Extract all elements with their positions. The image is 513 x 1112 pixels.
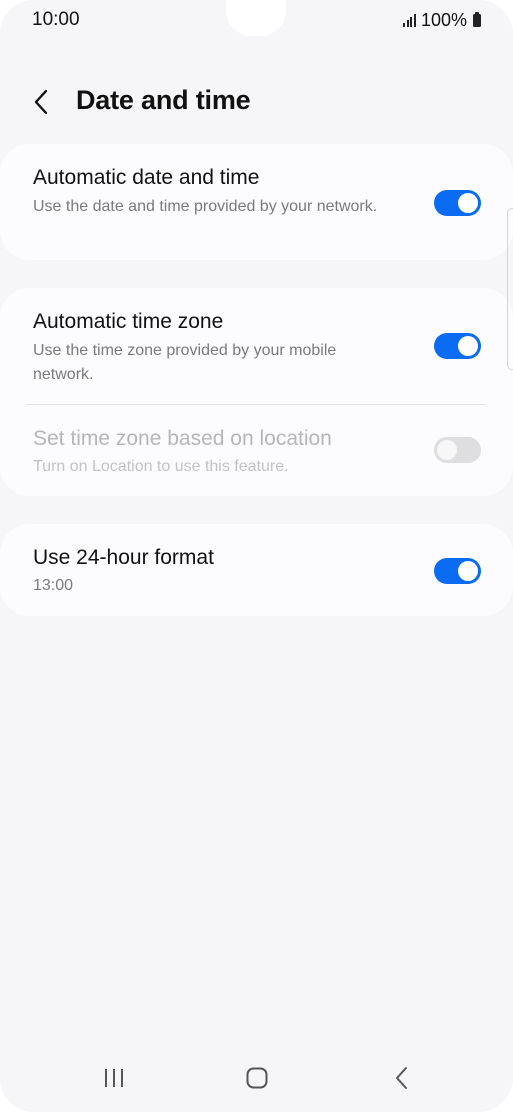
location-time-zone-subtitle: Turn on Location to use this feature. bbox=[33, 458, 289, 475]
hour-format-row[interactable]: Use 24-hour format 13:00 bbox=[0, 524, 513, 616]
settings-card-format: Use 24-hour format 13:00 bbox=[0, 524, 513, 616]
auto-date-time-title: Automatic date and time bbox=[33, 166, 260, 189]
app-bar: Date and time bbox=[0, 80, 513, 124]
phone-screen: 10:00 100% Date and time Automatic date … bbox=[0, 0, 513, 1112]
hour-format-title: Use 24-hour format bbox=[33, 546, 214, 569]
battery-percent: 100% bbox=[420, 9, 467, 30]
status-time: 10:00 bbox=[32, 9, 80, 30]
home-icon bbox=[246, 1067, 268, 1089]
camera-notch bbox=[226, 0, 286, 36]
settings-card-date-time: Automatic date and time Use the date and… bbox=[0, 144, 513, 260]
auto-time-zone-subtitle: Use the time zone provided by your mobil… bbox=[33, 342, 337, 383]
hour-format-subtitle: 13:00 bbox=[33, 577, 74, 594]
location-time-zone-toggle[interactable] bbox=[434, 437, 481, 463]
cellular-signal-icon bbox=[403, 13, 416, 27]
auto-date-time-subtitle: Use the date and time provided by your n… bbox=[33, 198, 378, 215]
chevron-left-icon bbox=[34, 89, 48, 115]
auto-date-time-toggle[interactable] bbox=[434, 190, 481, 216]
auto-time-zone-toggle[interactable] bbox=[434, 333, 481, 359]
recent-apps-icon bbox=[105, 1069, 123, 1087]
navigation-bar bbox=[0, 1052, 513, 1112]
hour-format-toggle[interactable] bbox=[434, 558, 481, 584]
auto-time-zone-row[interactable]: Automatic time zone Use the time zone pr… bbox=[0, 288, 513, 404]
auto-date-time-row[interactable]: Automatic date and time Use the date and… bbox=[0, 144, 513, 260]
location-time-zone-row[interactable]: Set time zone based on location Turn on … bbox=[0, 405, 513, 496]
status-indicators: 100% bbox=[403, 9, 481, 31]
battery-full-icon bbox=[473, 11, 481, 27]
recent-apps-button[interactable] bbox=[90, 1058, 138, 1098]
home-button[interactable] bbox=[233, 1058, 281, 1098]
back-icon bbox=[396, 1067, 407, 1089]
settings-card-time-zone: Automatic time zone Use the time zone pr… bbox=[0, 288, 513, 496]
page-title: Date and time bbox=[76, 85, 251, 115]
scrollbar[interactable] bbox=[507, 208, 513, 370]
nav-back-button[interactable] bbox=[378, 1058, 426, 1098]
location-time-zone-title: Set time zone based on location bbox=[33, 427, 332, 450]
auto-time-zone-title: Automatic time zone bbox=[33, 310, 224, 333]
back-button[interactable] bbox=[26, 86, 58, 118]
